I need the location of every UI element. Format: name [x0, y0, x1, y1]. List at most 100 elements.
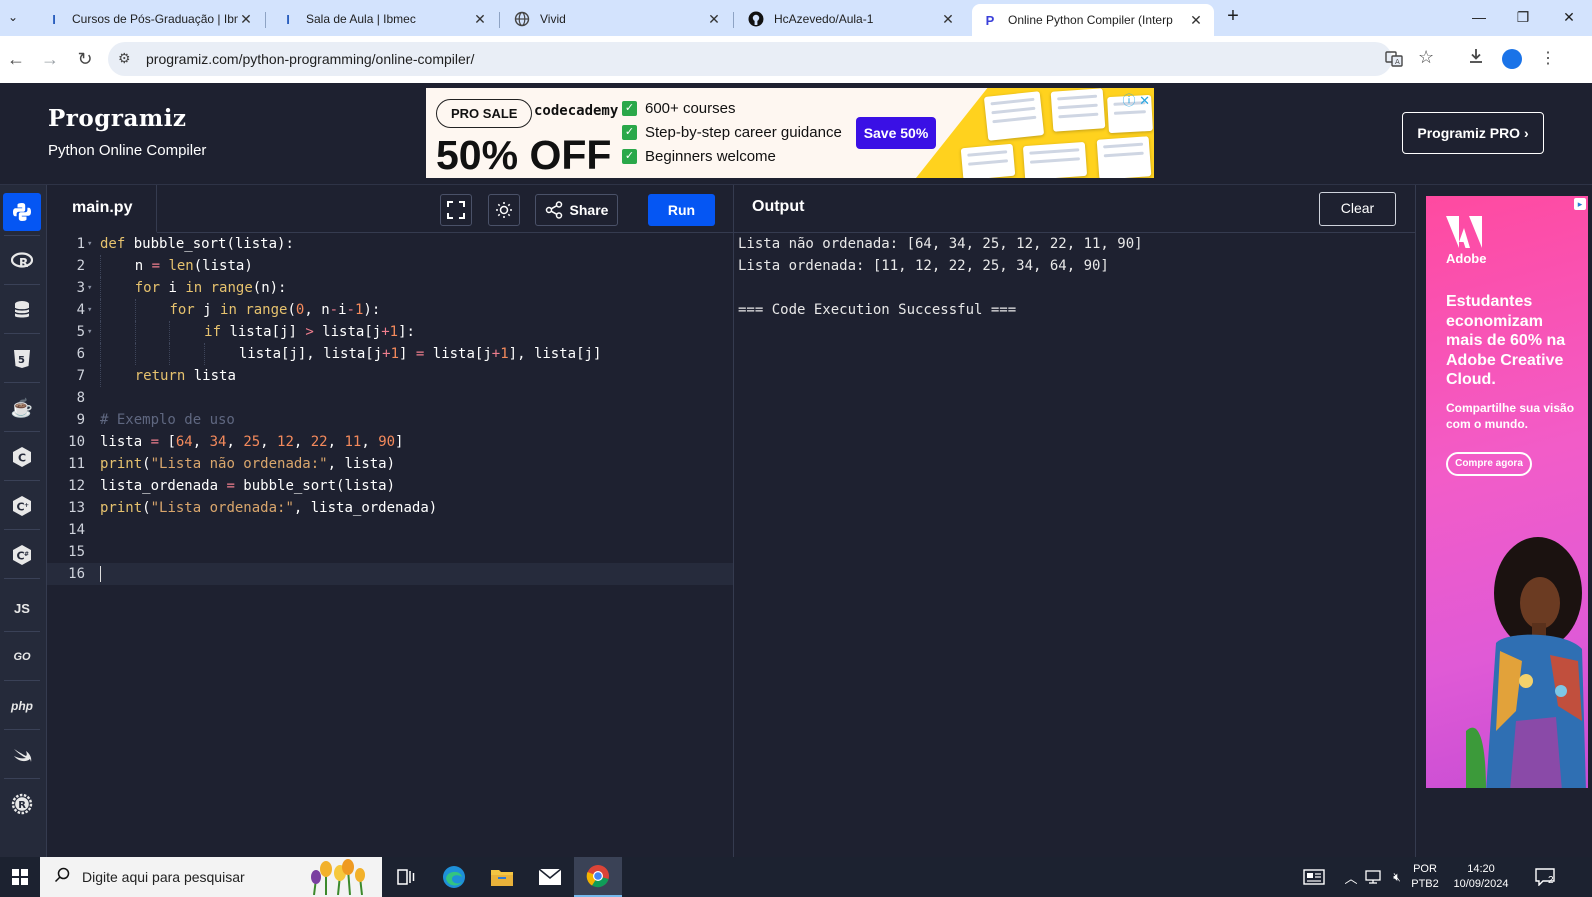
close-tab-icon[interactable]: ✕: [238, 11, 254, 28]
forward-icon[interactable]: →: [38, 47, 62, 71]
minimize-icon[interactable]: —: [1456, 0, 1502, 34]
window-close-icon[interactable]: ✕: [1546, 0, 1592, 34]
volume-muted-icon[interactable]: 🔇︎: [1386, 857, 1408, 897]
cpp-lang-icon[interactable]: C +: [3, 487, 41, 525]
code-line[interactable]: 3 ▾ for i in range(n):: [47, 277, 733, 299]
code-line[interactable]: 4 ▾ for j in range(0, n-i-1):: [47, 299, 733, 321]
code-line[interactable]: 15: [47, 541, 733, 563]
rail-divider: [4, 680, 40, 681]
rust-icon[interactable]: R: [3, 785, 41, 823]
php-icon[interactable]: php: [3, 687, 41, 725]
taskbar-search[interactable]: Digite aqui para pesquisar: [40, 857, 382, 897]
network-icon[interactable]: [1362, 857, 1384, 897]
file-explorer-icon[interactable]: [478, 857, 526, 897]
reload-icon[interactable]: ↻: [73, 47, 97, 71]
adobe-ad[interactable]: ▸ Adobe Estudantes economizam mais de 60…: [1426, 196, 1588, 788]
fold-arrow-icon[interactable]: ▾: [87, 233, 92, 255]
code-line[interactable]: 2 n = len(lista): [47, 255, 733, 277]
browser-tab[interactable]: I Sala de Aula | Ibmec ✕: [270, 4, 498, 34]
browser-tab[interactable]: I Cursos de Pós-Graduação | Ibm ✕: [36, 4, 264, 34]
code-line[interactable]: 5 ▾ if lista[j] > lista[j+1]:: [47, 321, 733, 343]
edge-browser-icon[interactable]: [430, 857, 478, 897]
github-icon: [748, 11, 764, 27]
code-line[interactable]: 10 lista = [64, 34, 25, 12, 22, 11, 90]: [47, 431, 733, 453]
python-icon[interactable]: [3, 193, 41, 231]
url-text[interactable]: programiz.com/python-programming/online-…: [146, 51, 474, 67]
code-line[interactable]: 7 return lista: [47, 365, 733, 387]
close-tab-icon[interactable]: ✕: [706, 11, 722, 28]
code-line[interactable]: 6 lista[j], lista[j+1] = lista[j+1], lis…: [47, 343, 733, 365]
line-number: 9: [76, 412, 85, 428]
new-tab-button[interactable]: +: [1222, 6, 1244, 28]
fold-arrow-icon[interactable]: ▾: [87, 277, 92, 299]
java-icon[interactable]: ☕: [3, 389, 41, 427]
programiz-logo[interactable]: Programiz: [48, 105, 187, 132]
browser-tab[interactable]: HcAzevedo/Aula-1 ✕: [738, 4, 966, 34]
address-bar[interactable]: ⚙ programiz.com/python-programming/onlin…: [108, 42, 1434, 76]
translate-icon[interactable]: A: [1385, 50, 1403, 73]
r-lang-icon[interactable]: R: [3, 242, 41, 280]
code-line[interactable]: 13 print("Lista ordenada:", lista_ordenad…: [47, 497, 733, 519]
profile-avatar[interactable]: [1502, 49, 1522, 69]
code-line[interactable]: 9 # Exemplo de uso: [47, 409, 733, 431]
code-line[interactable]: 1 ▾ def bubble_sort(lista):: [47, 233, 733, 255]
restore-icon[interactable]: ❐: [1500, 0, 1546, 34]
run-button[interactable]: Run: [648, 194, 715, 226]
codecademy-ad-banner[interactable]: ⓘ ✕ PRO SALE codecademy 50% OFF ✓ 600+ co…: [426, 88, 1154, 178]
language-indicator[interactable]: POR PTB2: [1410, 857, 1440, 897]
site-header: Programiz Python Online Compiler ⓘ ✕ PRO…: [0, 83, 1592, 185]
file-tab-main-py[interactable]: main.py: [47, 185, 157, 233]
downloads-icon[interactable]: [1464, 47, 1488, 71]
swift-icon[interactable]: [3, 736, 41, 774]
close-tab-icon[interactable]: ✕: [940, 11, 956, 28]
ad-choices-icon[interactable]: ⓘ ✕: [1122, 90, 1150, 109]
chevron-up-icon[interactable]: ︿: [1342, 857, 1360, 897]
chrome-icon[interactable]: [574, 857, 622, 897]
close-tab-icon[interactable]: ✕: [1188, 12, 1204, 29]
fold-arrow-icon[interactable]: ▾: [87, 321, 92, 343]
windows-start-icon[interactable]: [0, 857, 40, 897]
code-area[interactable]: 1 ▾ def bubble_sort(lista): 2 n = len(lista…: [47, 233, 733, 585]
code-line[interactable]: 8: [47, 387, 733, 409]
task-view-icon[interactable]: [382, 857, 430, 897]
notifications-icon[interactable]: 2: [1528, 857, 1562, 897]
ad-card-image: [1096, 136, 1152, 178]
code-line[interactable]: 12 lista_ordenada = bubble_sort(lista): [47, 475, 733, 497]
close-tab-icon[interactable]: ✕: [472, 11, 488, 28]
c-lang-icon[interactable]: C: [3, 438, 41, 476]
chrome-menu-icon[interactable]: ⋮: [1536, 47, 1560, 71]
svg-text:R: R: [18, 800, 26, 811]
html5-icon[interactable]: 5: [3, 340, 41, 378]
code-line[interactable]: 14: [47, 519, 733, 541]
share-button[interactable]: Share: [535, 194, 618, 226]
news-widget-icon[interactable]: [1294, 857, 1334, 897]
mail-icon[interactable]: [526, 857, 574, 897]
buy-now-button[interactable]: Compre agora: [1446, 452, 1532, 476]
clock[interactable]: 14:20 10/09/2024: [1446, 857, 1516, 897]
go-lang-icon[interactable]: GO: [3, 638, 41, 676]
line-number: 6: [76, 346, 85, 362]
text-cursor: [100, 566, 101, 582]
fold-arrow-icon[interactable]: ▾: [87, 299, 92, 321]
browser-tab[interactable]: Vivid ✕: [504, 4, 732, 34]
save-50-button[interactable]: Save 50%: [856, 117, 936, 149]
clear-button[interactable]: Clear: [1319, 192, 1396, 226]
bookmark-star-icon[interactable]: ☆: [1418, 47, 1434, 68]
programiz-pro-button[interactable]: Programiz PRO ›: [1402, 112, 1544, 154]
csharp-lang-icon[interactable]: C #: [3, 536, 41, 574]
rail-divider: [4, 480, 40, 481]
back-icon[interactable]: ←: [4, 47, 28, 71]
fullscreen-icon[interactable]: [440, 194, 472, 226]
ad-card-image: [1050, 88, 1106, 132]
javascript-icon[interactable]: JS: [3, 589, 41, 627]
browser-tab-active[interactable]: P Online Python Compiler (Interp ✕: [972, 4, 1214, 36]
code-line[interactable]: 11 print("Lista não ordenada:", lista): [47, 453, 733, 475]
browser-tab-strip: ⌄ I Cursos de Pós-Graduação | Ibm ✕ I Sa…: [0, 0, 1592, 36]
theme-toggle-sun-icon[interactable]: [488, 194, 520, 226]
ad-choices-icon[interactable]: ▸: [1574, 198, 1586, 210]
tab-search-button[interactable]: ⌄: [2, 6, 24, 28]
code-line[interactable]: 16: [47, 563, 733, 585]
site-info-icon[interactable]: ⚙: [118, 50, 131, 67]
code-text: return lista: [100, 365, 236, 387]
sql-database-icon[interactable]: [3, 291, 41, 329]
